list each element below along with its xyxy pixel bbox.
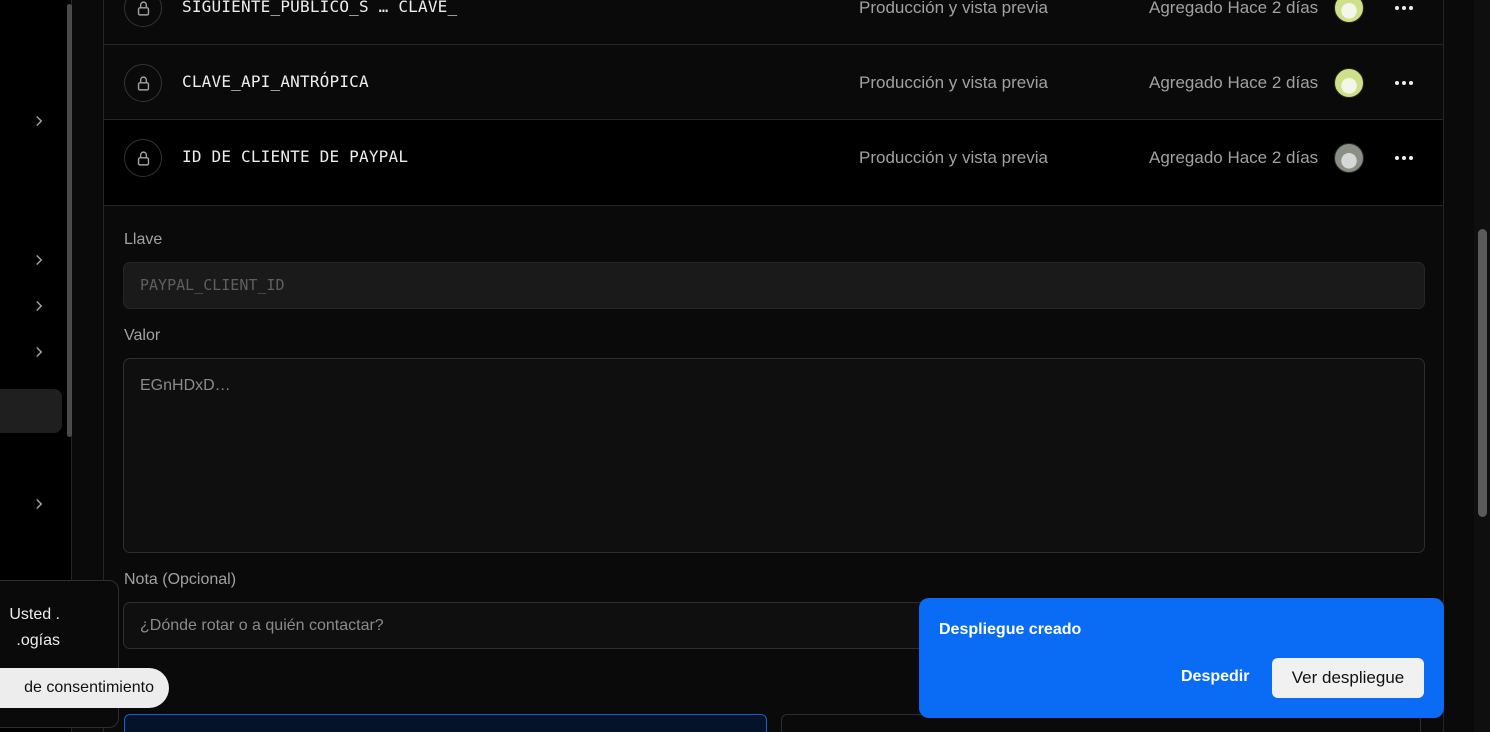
env-var-key: CLAVE_API_ANTRÓPICA [182, 72, 369, 91]
avatar [1334, 68, 1364, 98]
more-horizontal-icon[interactable] [1389, 73, 1419, 93]
env-var-key: ID DE CLIENTE DE PAYPAL [182, 147, 409, 166]
page-scrollbar-thumb[interactable] [1478, 229, 1487, 517]
lock-icon [124, 0, 162, 27]
lock-icon [124, 64, 162, 102]
note-label: Nota (Opcional) [124, 571, 237, 588]
env-var-environments: Producción y vista previa [859, 148, 1048, 167]
toast-title: Despliegue creado [939, 621, 1082, 638]
more-horizontal-icon[interactable] [1389, 148, 1419, 168]
env-var-row[interactable]: CLAVE_API_ANTRÓPICA Producción y vista p… [104, 45, 1443, 120]
key-input[interactable]: PAYPAL_CLIENT_ID [123, 262, 1425, 309]
view-deployment-button[interactable]: Ver despliegue [1272, 658, 1424, 698]
consent-line-1: . Usted [9, 606, 60, 623]
env-var-key: SIGUIENTE_PÚBLICO_S … CLAVE_ [182, 0, 458, 16]
value-textarea[interactable]: EGnHDxD… [123, 358, 1425, 553]
sidebar-item-active[interactable] [0, 389, 62, 433]
env-var-added: Agregado Hace 2 días [1149, 0, 1319, 17]
sidebar-scrollbar[interactable] [67, 4, 72, 437]
more-horizontal-icon[interactable] [1389, 0, 1419, 18]
env-var-row[interactable]: SIGUIENTE_PÚBLICO_S … CLAVE_ Producción … [104, 0, 1443, 45]
env-var-environments: Producción y vista previa [859, 73, 1048, 92]
dismiss-button[interactable]: Despedir [1181, 668, 1249, 686]
env-var-environments: Producción y vista previa [859, 0, 1048, 17]
env-var-row-expanded[interactable]: ID DE CLIENTE DE PAYPAL Producción y vis… [104, 120, 1443, 206]
consent-text: . Usted ogías. [0, 602, 60, 654]
chevron-right-icon[interactable] [30, 495, 48, 513]
env-var-added: Agregado Hace 2 días [1149, 148, 1319, 167]
deployment-toast: Despliegue creado Despedir Ver despliegu… [919, 598, 1444, 718]
chevron-right-icon[interactable] [30, 343, 48, 361]
avatar [1334, 143, 1364, 173]
lock-icon [124, 139, 162, 177]
consent-settings-button[interactable]: de consentimiento [0, 668, 169, 708]
chevron-right-icon[interactable] [30, 251, 48, 269]
chevron-right-icon[interactable] [30, 112, 48, 130]
consent-line-2: ogías. [16, 632, 60, 649]
chevron-right-icon[interactable] [30, 297, 48, 315]
key-label: Llave [124, 231, 163, 248]
save-button[interactable] [124, 714, 767, 732]
value-label: Valor [124, 327, 161, 344]
env-var-added: Agregado Hace 2 días [1149, 73, 1319, 92]
avatar [1334, 0, 1364, 23]
